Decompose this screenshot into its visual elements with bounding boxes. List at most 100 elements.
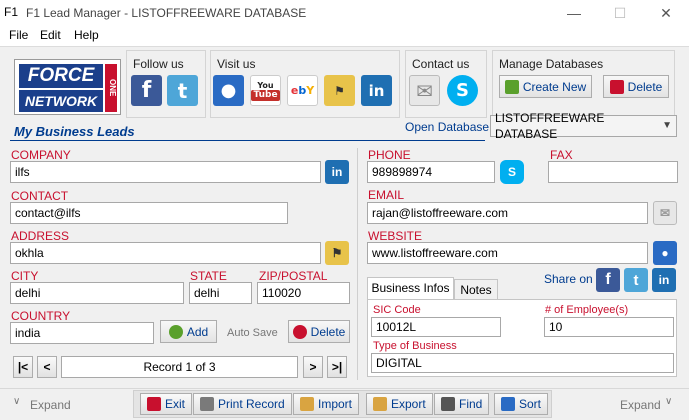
menu-help[interactable]: Help: [74, 28, 99, 42]
printer-icon: [200, 397, 214, 411]
menu-bar: [0, 26, 689, 46]
country-field[interactable]: india: [10, 322, 154, 344]
fax-label: FAX: [550, 148, 573, 162]
twitter-share-icon[interactable]: t: [624, 268, 648, 292]
website-label: WEBSITE: [368, 229, 423, 243]
sort-icon: [501, 397, 515, 411]
menu-file[interactable]: File: [9, 28, 28, 42]
sort-button[interactable]: Sort: [494, 393, 549, 415]
email-label: EMAIL: [368, 188, 405, 202]
force-one-network-logo: FORCE NETWORK ONE: [14, 59, 121, 115]
export-button[interactable]: Export: [366, 393, 433, 415]
state-field[interactable]: delhi: [189, 282, 252, 304]
globe-icon[interactable]: ●: [213, 75, 244, 106]
record-indicator: Record 1 of 3: [61, 356, 298, 378]
sic-code-field[interactable]: 10012L: [371, 317, 501, 337]
add-label: Add: [186, 324, 209, 339]
exit-button[interactable]: Exit: [140, 393, 193, 415]
tab-notes[interactable]: Notes: [454, 279, 498, 300]
twitter-icon[interactable]: t: [167, 75, 198, 106]
menu-edit[interactable]: Edit: [40, 28, 61, 42]
database-select[interactable]: LISTOFFREEWARE DATABASE ▼: [490, 111, 677, 141]
skype-icon[interactable]: S: [447, 75, 478, 106]
create-new-database-button[interactable]: Create New: [499, 75, 592, 98]
facebook-share-icon[interactable]: f: [596, 268, 620, 292]
expand-right-label[interactable]: Expand: [620, 398, 661, 412]
map-icon[interactable]: ⚑: [325, 241, 349, 265]
section-underline: [10, 140, 485, 141]
import-label: Import: [318, 397, 353, 411]
close-button[interactable]: ✕: [643, 0, 689, 26]
delete-database-button[interactable]: Delete: [603, 75, 669, 98]
import-icon: [300, 397, 314, 411]
city-field[interactable]: delhi: [10, 282, 184, 304]
logo-network-text: NETWORK: [19, 90, 103, 112]
ebay-icon[interactable]: ebY: [287, 75, 318, 106]
toolbar-divider: [0, 46, 689, 47]
maximize-button[interactable]: ☐: [597, 0, 643, 26]
tab-business-infos[interactable]: Business Infos: [367, 277, 454, 300]
database-add-icon: [504, 79, 519, 94]
section-title: My Business Leads: [14, 124, 135, 139]
phone-label: PHONE: [368, 148, 411, 162]
print-record-label: Print Record: [218, 397, 285, 411]
contact-field[interactable]: contact@ilfs: [10, 202, 288, 224]
last-record-button[interactable]: >|: [327, 356, 347, 378]
company-field[interactable]: ilfs: [10, 161, 321, 183]
facebook-icon[interactable]: f: [131, 75, 162, 106]
type-of-business-field[interactable]: DIGITAL: [371, 353, 674, 373]
company-label: COMPANY: [11, 148, 71, 162]
export-label: Export: [391, 397, 426, 411]
employees-field[interactable]: 10: [544, 317, 674, 337]
window-title: F1 Lead Manager - LISTOFFREEWARE DATABAS…: [26, 6, 307, 20]
globe-icon[interactable]: ●: [653, 241, 677, 265]
country-label: COUNTRY: [11, 309, 71, 323]
mail-icon[interactable]: ✉: [409, 75, 440, 106]
import-button[interactable]: Import: [293, 393, 360, 415]
expand-down-icon[interactable]: ∨: [13, 396, 20, 407]
add-icon: [168, 324, 183, 339]
delete-record-button[interactable]: Delete: [288, 320, 350, 343]
contact-us-label: Contact us: [412, 57, 470, 71]
phone-field[interactable]: 989898974: [367, 161, 495, 183]
add-country-button[interactable]: Add: [160, 320, 217, 343]
exit-icon: [147, 397, 161, 411]
first-record-button[interactable]: |<: [13, 356, 33, 378]
find-label: Find: [459, 397, 483, 411]
sic-code-label: SIC Code: [373, 304, 421, 316]
email-field[interactable]: rajan@listoffreeware.com: [367, 202, 648, 224]
expand-left-label[interactable]: Expand: [30, 398, 71, 412]
find-button[interactable]: Find: [434, 393, 490, 415]
sort-label: Sort: [519, 397, 542, 411]
auto-save-label: Auto Save: [227, 327, 278, 339]
youtube-icon[interactable]: You Tube: [250, 75, 281, 106]
mail-icon[interactable]: ✉: [653, 201, 677, 225]
binoculars-icon: [441, 397, 455, 411]
next-record-button[interactable]: >: [303, 356, 323, 378]
chevron-down-icon: ▼: [662, 120, 672, 131]
zip-label: ZIP/POSTAL: [259, 269, 328, 283]
create-new-label: Create New: [522, 79, 587, 94]
share-on-label: Share on: [544, 272, 593, 286]
contact-label: CONTACT: [11, 189, 69, 203]
expand-right-down-icon[interactable]: ∨: [665, 396, 672, 407]
delete-record-label: Delete: [310, 324, 346, 339]
print-record-button[interactable]: Print Record: [193, 393, 292, 415]
zip-field[interactable]: 110020: [257, 282, 350, 304]
map-icon[interactable]: ⚑: [324, 75, 355, 106]
linkedin-icon[interactable]: in: [361, 75, 392, 106]
open-database-label: Open Database: [405, 120, 490, 134]
address-label: ADDRESS: [11, 229, 70, 243]
address-field[interactable]: okhla: [10, 242, 321, 264]
exit-label: Exit: [165, 397, 186, 411]
database-select-value: LISTOFFREEWARE DATABASE: [495, 111, 605, 141]
linkedin-share-icon[interactable]: in: [652, 268, 676, 292]
skype-icon[interactable]: S: [500, 160, 524, 184]
website-field[interactable]: www.listoffreeware.com: [367, 242, 648, 264]
minimize-button[interactable]: —: [551, 0, 597, 26]
linkedin-icon[interactable]: in: [325, 160, 349, 184]
fax-field[interactable]: [548, 161, 678, 183]
previous-record-button[interactable]: <: [37, 356, 57, 378]
employees-label: # of Employee(s): [545, 304, 629, 316]
bottom-divider: [0, 388, 689, 389]
